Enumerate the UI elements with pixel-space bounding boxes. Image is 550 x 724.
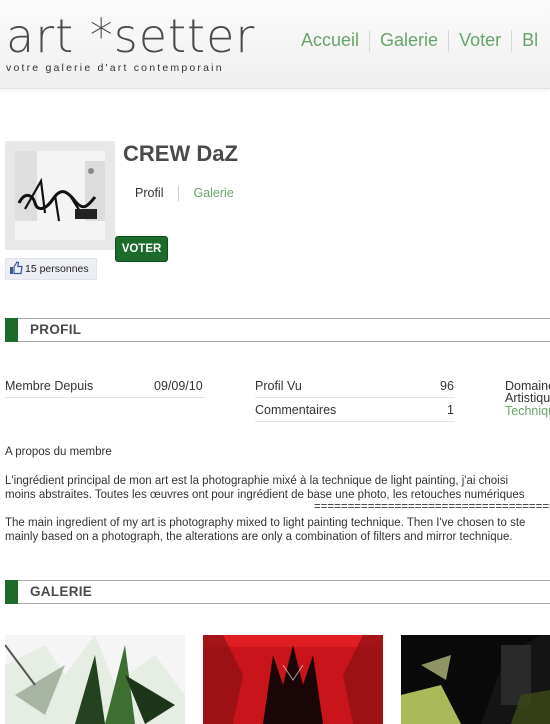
divider — [18, 603, 550, 604]
nav-accueil[interactable]: Accueil — [301, 30, 359, 50]
divider — [255, 421, 455, 422]
nav-galerie[interactable]: Galerie — [380, 30, 438, 50]
about-text-en-line-1: The main ingredient of my art is photogr… — [5, 517, 526, 529]
nav-blog[interactable]: Bl — [522, 30, 538, 50]
nav-divider — [448, 30, 450, 53]
tab-galerie[interactable]: Galerie — [193, 186, 233, 200]
divider — [18, 318, 550, 319]
section-title: GALERIE — [30, 584, 93, 599]
about-text-en-line-2: mainly based on a photograph, the altera… — [5, 531, 513, 543]
avatar[interactable] — [15, 151, 105, 240]
profile-tabs: Profil Galerie — [135, 186, 234, 202]
profile-name: CREW DaZ — [123, 141, 238, 166]
stat-value-commentaires: 1 — [447, 403, 454, 417]
avatar-artwork-image — [15, 151, 105, 240]
divider — [18, 580, 550, 581]
divider — [255, 397, 455, 398]
stat-label-profil-vu: Profil Vu — [255, 379, 302, 393]
section-accent — [5, 318, 18, 342]
vote-button[interactable]: VOTER — [115, 236, 168, 262]
section-title: PROFIL — [30, 322, 82, 337]
nav-divider — [369, 30, 371, 53]
about-separator: ===================================== — [314, 501, 550, 513]
stat-label-artistique: Artistique — [505, 391, 550, 405]
gallery-thumbnail-2[interactable] — [203, 635, 383, 724]
stat-value-profil-vu: 96 — [440, 379, 454, 393]
stat-label-commentaires: Commentaires — [255, 403, 337, 417]
divider — [5, 397, 205, 398]
site-header: art *setter votre galerie d'art contempo… — [0, 0, 550, 89]
like-box[interactable]: 15 personnes — [5, 258, 97, 280]
nav-voter[interactable]: Voter — [459, 30, 501, 50]
main-nav: Accueil Galerie Voter Bl — [301, 30, 538, 53]
section-header-galerie: GALERIE — [5, 580, 550, 604]
tab-profil[interactable]: Profil — [135, 186, 163, 200]
thumbs-up-icon — [9, 261, 23, 275]
divider — [18, 341, 550, 342]
section-accent — [5, 580, 18, 604]
site-tagline: votre galerie d'art contemporain — [6, 62, 224, 74]
stat-value-membre-depuis: 09/09/10 — [154, 379, 203, 393]
about-heading: A propos du membre — [5, 446, 112, 458]
stat-label-membre-depuis: Membre Depuis — [5, 379, 94, 393]
about-text-fr-line-1: L'ingrédient principal de mon art est la… — [5, 475, 509, 487]
section-header-profil: PROFIL — [5, 318, 550, 342]
likes-count: 15 personnes — [25, 263, 89, 275]
gallery-thumbnail-3[interactable] — [401, 635, 550, 724]
avatar-frame — [5, 141, 115, 250]
stat-value-domaine[interactable]: Techniqu — [505, 404, 550, 418]
tab-divider — [178, 186, 180, 202]
site-logo[interactable]: art *setter — [6, 8, 255, 64]
gallery-thumbnail-1[interactable] — [5, 635, 185, 724]
nav-divider — [511, 30, 513, 53]
about-text-fr-line-2: moins abstraites. Toutes les œuvres ont … — [5, 489, 525, 501]
